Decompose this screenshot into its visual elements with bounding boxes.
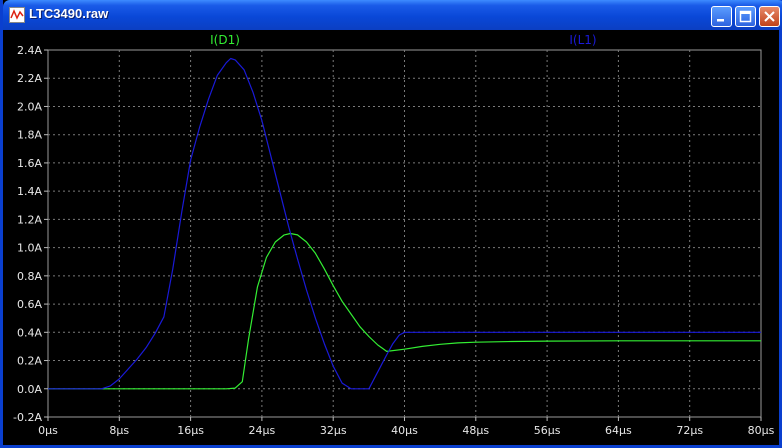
close-icon xyxy=(764,11,775,22)
x-tick-label: 8µs xyxy=(109,424,129,437)
y-tick-label: 0.6A xyxy=(17,298,42,311)
minimize-icon xyxy=(717,19,724,22)
y-tick-label: 1.2A xyxy=(17,213,42,226)
x-tick-label: 16µs xyxy=(177,424,204,437)
x-tick-label: 80µs xyxy=(748,424,775,437)
window-title: LTC3490.raw xyxy=(29,6,109,21)
y-tick-label: 1.6A xyxy=(17,157,42,170)
waveform-plot[interactable]: 0µs 8µs 16µs 24µs 32µs 40µs 48µs 56µs 64µs 72µs 80… xyxy=(3,30,779,445)
y-tick-label: 1.8A xyxy=(17,129,42,142)
x-tick-label: 32µs xyxy=(320,424,347,437)
y-tick-label: 0.8A xyxy=(17,270,42,283)
x-tick-label: 24µs xyxy=(249,424,276,437)
waveform-window: LTC3490.raw 0µs 8µs 16µs 24µs 32µs 40µs 48µs 56… xyxy=(0,0,782,448)
legend-label[interactable]: I(L1) xyxy=(569,33,596,47)
y-tick-label: 0.0A xyxy=(17,383,42,396)
y-tick-label: 2.0A xyxy=(17,100,42,113)
y-tick-label: 0.2A xyxy=(17,355,42,368)
y-tick-label: 1.0A xyxy=(17,242,42,255)
title-bar[interactable]: LTC3490.raw xyxy=(3,0,782,30)
y-tick-label: 2.2A xyxy=(17,72,42,85)
maximize-icon xyxy=(739,10,752,23)
minimize-button[interactable] xyxy=(711,6,732,27)
close-button[interactable] xyxy=(759,6,780,27)
waveform-app-icon xyxy=(9,7,25,23)
x-tick-label: 72µs xyxy=(676,424,703,437)
legend-label[interactable]: I(D1) xyxy=(210,33,240,47)
y-tick-label: 1.4A xyxy=(17,185,42,198)
y-tick-label: 0.4A xyxy=(17,326,42,339)
x-tick-label: 40µs xyxy=(391,424,418,437)
x-tick-label: 56µs xyxy=(534,424,561,437)
x-tick-label: 64µs xyxy=(605,424,632,437)
y-tick-label: 2.4A xyxy=(17,44,42,57)
x-tick-label: 48µs xyxy=(462,424,489,437)
y-tick-label: -0.2A xyxy=(13,411,42,424)
x-tick-label: 0µs xyxy=(38,424,58,437)
maximize-button[interactable] xyxy=(735,6,756,27)
